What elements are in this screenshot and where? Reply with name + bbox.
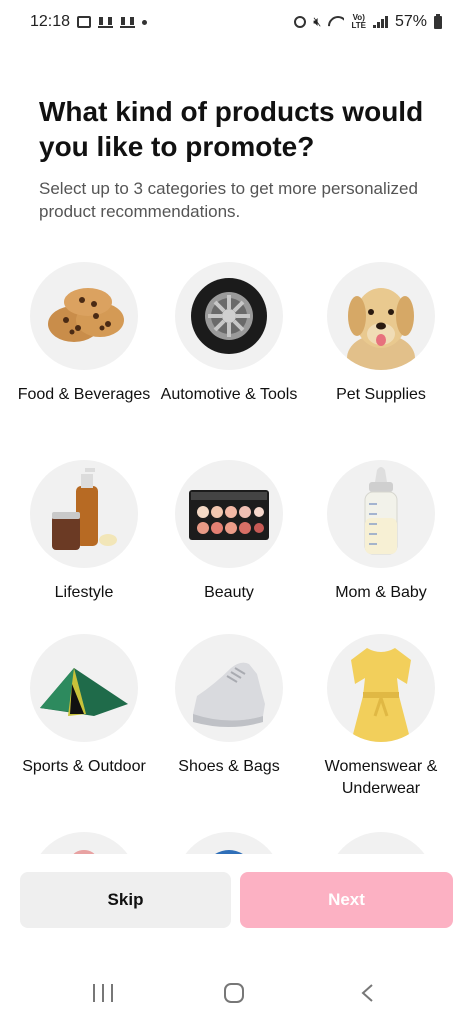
recent-apps-icon[interactable] xyxy=(93,984,113,1002)
wifi-icon xyxy=(328,16,344,28)
skip-button[interactable]: Skip xyxy=(20,872,231,928)
bottles-icon xyxy=(30,460,138,568)
cookies-icon xyxy=(30,262,138,370)
battery-percent: 57% xyxy=(394,13,427,30)
category-label: Mom & Baby xyxy=(335,584,427,601)
category-partial-1[interactable] xyxy=(9,832,159,854)
dress-icon xyxy=(327,634,435,742)
tent-icon xyxy=(30,634,138,742)
mute-icon: 🔇︎ xyxy=(313,14,322,29)
category-womenswear-underwear[interactable]: Womenswear & Underwear xyxy=(306,634,456,800)
category-shoes-bags[interactable]: Shoes & Bags xyxy=(154,634,304,778)
app-notification-icon-2 xyxy=(120,16,136,28)
baby-bottle-icon xyxy=(327,460,435,568)
gallery-notification-icon xyxy=(77,16,92,28)
category-image-partial xyxy=(175,832,283,854)
category-label: Automotive & Tools xyxy=(160,386,298,403)
more-notifications-icon xyxy=(142,19,148,25)
makeup-palette-icon xyxy=(175,460,283,568)
tire-icon xyxy=(175,262,283,370)
next-button[interactable]: Next xyxy=(240,872,453,928)
category-food-beverages[interactable]: Food & Beverages xyxy=(9,262,159,406)
category-label: Pet Supplies xyxy=(336,386,426,403)
category-label: Lifestyle xyxy=(54,584,114,601)
category-grid: Food & Beverages Automotive & Tools Pet … xyxy=(0,262,472,854)
category-lifestyle[interactable]: Lifestyle xyxy=(9,460,159,604)
sneaker-icon xyxy=(175,634,283,742)
status-left: 12:18 xyxy=(30,13,148,31)
signal-icon xyxy=(372,16,388,28)
home-icon[interactable] xyxy=(224,983,244,1003)
status-right: 🔇︎ Vo) LTE 57% xyxy=(294,13,442,31)
category-beauty[interactable]: Beauty xyxy=(154,460,304,604)
category-pet-supplies[interactable]: Pet Supplies xyxy=(306,262,456,406)
category-label: Beauty xyxy=(204,584,254,601)
category-automotive-tools[interactable]: Automotive & Tools xyxy=(154,262,304,406)
status-bar: 12:18 🔇︎ Vo) LTE 57% xyxy=(0,0,472,44)
status-time: 12:18 xyxy=(30,13,71,30)
category-partial-2[interactable] xyxy=(154,832,304,854)
category-label: Shoes & Bags xyxy=(178,758,280,775)
volte-icon: Vo) LTE xyxy=(351,13,366,30)
category-sports-outdoor[interactable]: Sports & Outdoor xyxy=(9,634,159,778)
back-icon[interactable] xyxy=(360,983,374,1003)
category-label: Sports & Outdoor xyxy=(22,758,146,775)
system-navigation-bar xyxy=(0,970,472,1020)
category-label: Food & Beverages xyxy=(17,386,151,403)
category-label: Womenswear & Underwear xyxy=(324,758,438,797)
page-title: What kind of products would you like to … xyxy=(39,96,424,162)
category-partial-3[interactable] xyxy=(306,832,456,854)
page-subtitle: Select up to 3 categories to get more pe… xyxy=(39,179,418,221)
alarm-icon xyxy=(294,16,307,28)
dog-icon xyxy=(327,262,435,370)
battery-icon xyxy=(434,13,442,29)
category-image-partial xyxy=(327,832,435,854)
app-notification-icon xyxy=(98,16,114,28)
footer-actions: Skip Next xyxy=(0,872,472,928)
category-image-partial xyxy=(30,832,138,854)
category-mom-baby[interactable]: Mom & Baby xyxy=(306,460,456,604)
